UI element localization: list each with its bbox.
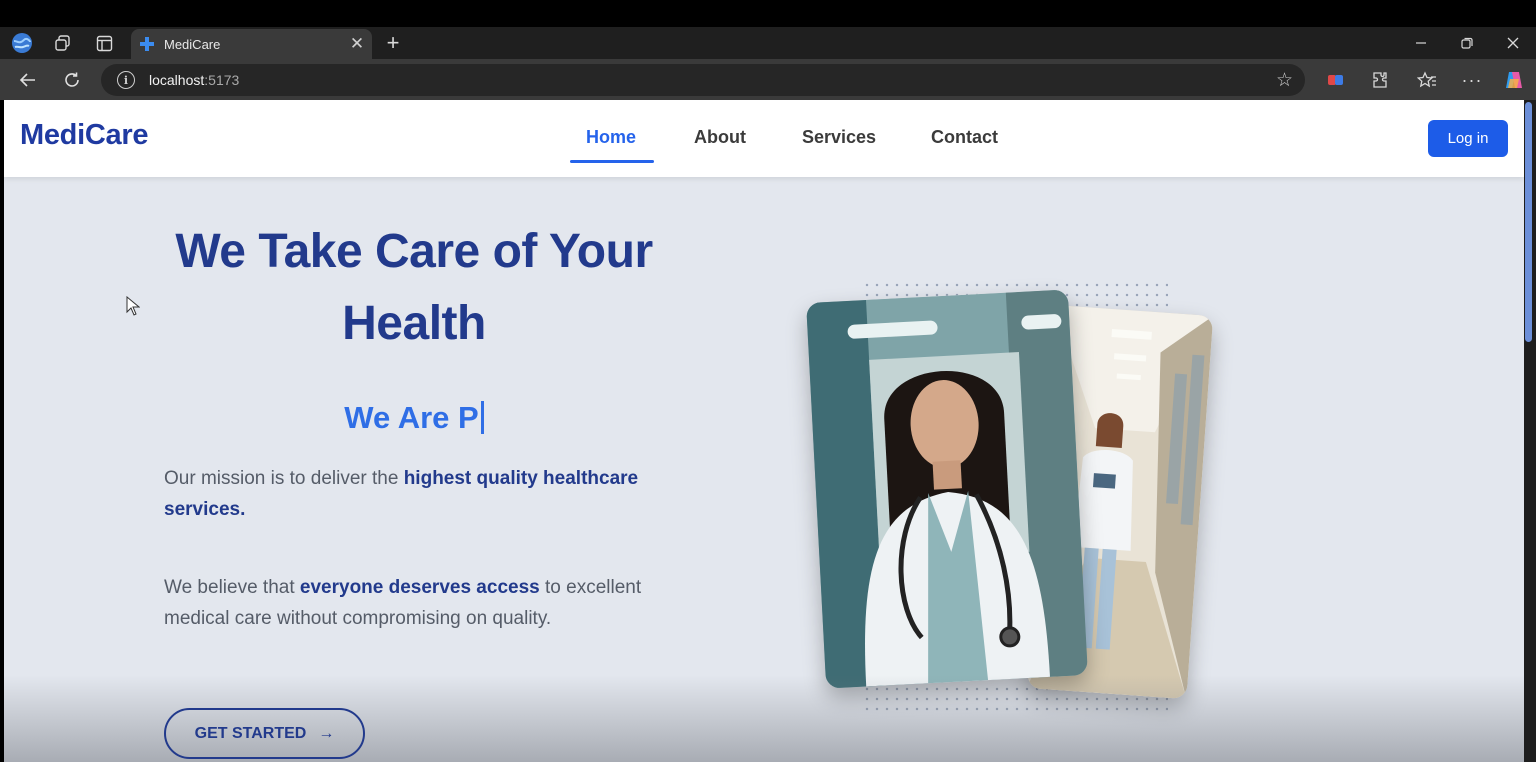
minimize-icon[interactable]	[1398, 28, 1444, 58]
typing-caret	[480, 401, 484, 434]
mission-text: Our mission is to deliver the	[164, 468, 404, 489]
copilot-icon[interactable]	[1500, 66, 1528, 94]
webpage: MediCare Home About Services Contact Log…	[4, 100, 1524, 762]
belief-text-start: We believe that	[164, 577, 300, 598]
extensions-icon[interactable]	[1366, 66, 1394, 94]
nav-active-underline	[570, 160, 654, 163]
nav-link-services[interactable]: Services	[802, 127, 876, 148]
get-started-button[interactable]: GET STARTED →	[164, 708, 365, 759]
typed-text: We Are P	[344, 400, 479, 435]
hero-title-line1: We Take Care of Your	[175, 225, 653, 278]
nav-link-about[interactable]: About	[694, 127, 746, 148]
favorites-icon[interactable]	[1413, 66, 1441, 94]
address-bar[interactable]: i localhost:5173 ☆	[101, 64, 1305, 96]
profile-globe-icon[interactable]	[9, 30, 35, 56]
site-logo[interactable]: MediCare	[20, 119, 148, 152]
mouse-cursor	[126, 295, 141, 321]
nav-link-contact[interactable]: Contact	[931, 127, 998, 148]
screen-top-bar	[0, 0, 1536, 27]
tab-title: MediCare	[164, 36, 221, 52]
restore-icon[interactable]	[1444, 28, 1490, 58]
get-started-label: GET STARTED	[194, 724, 307, 742]
mission-paragraph: Our mission is to deliver the highest qu…	[164, 463, 684, 525]
refresh-icon[interactable]	[58, 66, 86, 94]
close-icon[interactable]: ✕	[342, 29, 372, 59]
login-button[interactable]: Log in	[1428, 120, 1508, 157]
typewriter-text: We Are P	[154, 400, 674, 436]
belief-paragraph: We believe that everyone deserves access…	[164, 572, 684, 634]
plus-icon[interactable]: +	[380, 30, 406, 56]
more-icon[interactable]: ···	[1458, 66, 1486, 94]
url-host: localhost	[149, 72, 205, 88]
info-icon[interactable]: i	[117, 71, 135, 89]
workspaces-icon[interactable]	[50, 30, 76, 56]
tab-actions-icon[interactable]	[91, 30, 117, 56]
belief-highlight: everyone deserves access	[299, 577, 540, 598]
arrow-right-icon: →	[318, 724, 335, 742]
medical-cross-icon	[139, 36, 155, 52]
close-icon[interactable]	[1490, 28, 1536, 58]
star-icon[interactable]: ☆	[1276, 69, 1293, 92]
hero-title-line2: Health	[342, 297, 486, 350]
site-navbar: MediCare Home About Services Contact Log…	[4, 100, 1524, 177]
doctor-portrait-photo	[806, 289, 1088, 689]
nav-link-home[interactable]: Home	[586, 127, 636, 148]
back-arrow-icon[interactable]	[14, 66, 42, 94]
url-port: :5173	[204, 72, 240, 88]
hero-title: We Take Care of Your Health	[154, 216, 674, 360]
scrollbar-thumb[interactable]	[1525, 102, 1532, 342]
active-tab[interactable]: MediCare ✕	[131, 29, 372, 59]
extension-badge-icon[interactable]	[1322, 66, 1350, 94]
